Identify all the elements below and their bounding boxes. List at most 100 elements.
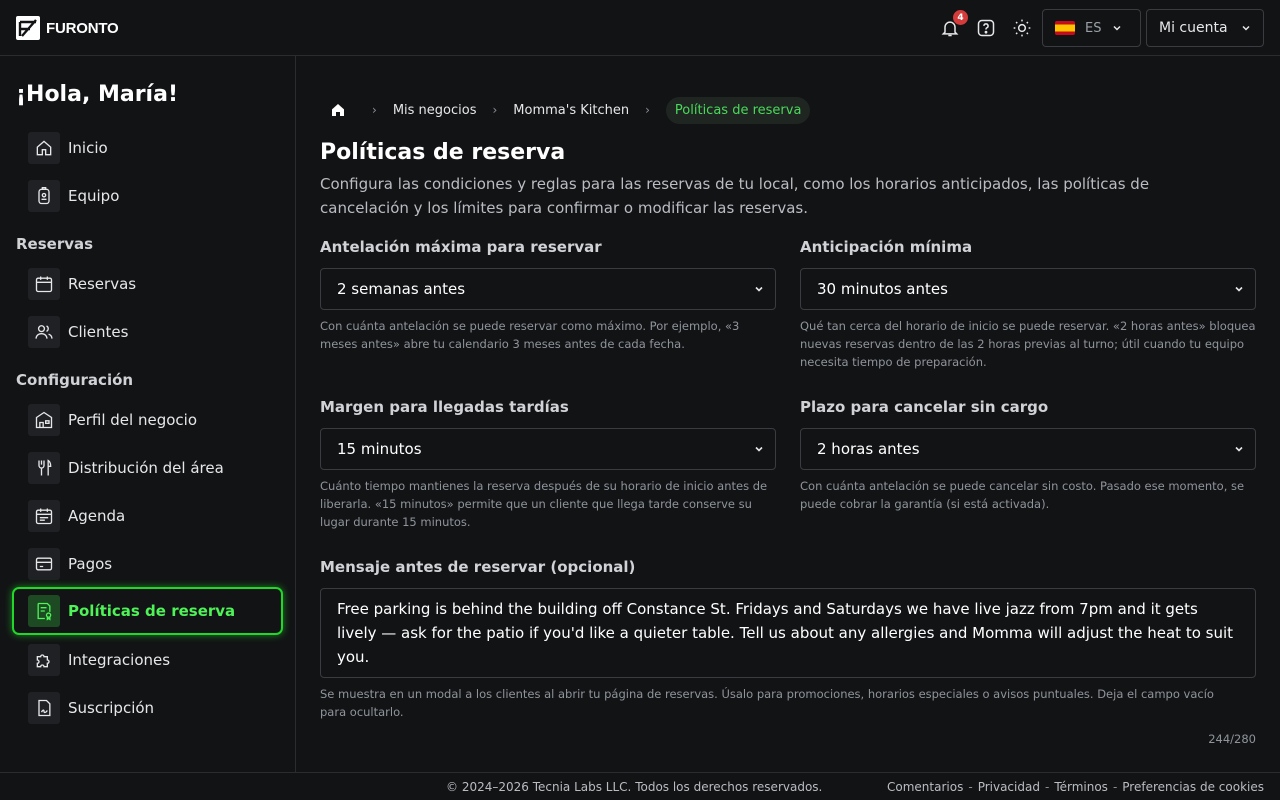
sidebar-item-reservas[interactable]: Reservas [12, 260, 283, 308]
sidebar-item-label: Perfil del negocio [68, 411, 198, 429]
chevron-right-icon: › [492, 103, 498, 117]
cancel-deadline-label: Plazo para cancelar sin cargo [800, 398, 1049, 416]
sidebar-item-distribucion-area[interactable]: Distribución del área [12, 444, 283, 492]
sidebar-item-perfil-negocio[interactable]: Perfil del negocio [12, 396, 283, 444]
brand-logo[interactable]: FURONTO [16, 16, 119, 40]
chevron-down-icon [1235, 286, 1243, 292]
theme-toggle-button[interactable] [1010, 16, 1034, 40]
sidebar-item-label: Reservas [68, 275, 137, 293]
sidebar-item-label: Clientes [68, 323, 129, 341]
language-selector[interactable]: ES [1042, 9, 1141, 47]
breadcrumb-home[interactable] [320, 102, 356, 118]
signature-icon [28, 692, 60, 724]
badge-icon [28, 180, 60, 212]
min-advance-label: Anticipación mínima [800, 238, 973, 256]
cancel-deadline-help: Con cuánta antelación se puede cancelar … [800, 479, 1245, 511]
message-label: Mensaje antes de reservar (opcional) [320, 558, 636, 576]
message-textarea[interactable]: Free parking is behind the building off … [320, 588, 1256, 678]
sidebar-item-agenda[interactable]: Agenda [12, 492, 283, 540]
sidebar-item-label: Distribución del área [68, 459, 224, 477]
greeting: ¡Hola, María! [16, 82, 178, 107]
breadcrumb: › Mis negocios › Momma's Kitchen › Polít… [320, 96, 811, 124]
max-advance-value: 2 semanas antes [337, 280, 466, 298]
min-advance-value: 30 minutos antes [817, 280, 948, 298]
chevron-right-icon: › [645, 103, 650, 117]
account-label: Mi cuenta [1159, 20, 1228, 36]
section-title-configuracion: Configuración [16, 371, 134, 389]
language-code: ES [1085, 20, 1102, 36]
message-help: Se muestra en un modal a los clientes al… [320, 687, 1214, 719]
sidebar-item-label: Políticas de reserva [68, 602, 236, 620]
footer-links: Comentarios - Privacidad - Términos - Pr… [887, 780, 1264, 794]
sidebar-item-label: Suscripción [68, 699, 155, 717]
puzzle-icon [28, 644, 60, 676]
sidebar-item-inicio[interactable]: Inicio [12, 124, 283, 172]
sidebar: ¡Hola, María! Inicio Equipo Reservas Res… [0, 56, 296, 772]
sidebar-item-suscripcion[interactable]: Suscripción [12, 684, 283, 732]
chevron-down-icon [1235, 446, 1243, 452]
card-icon [28, 548, 60, 580]
sidebar-item-integraciones[interactable]: Integraciones [12, 636, 283, 684]
footer-link-cookies[interactable]: Preferencias de cookies [1122, 780, 1264, 794]
breadcrumb-mis-negocios[interactable]: Mis negocios [393, 103, 477, 118]
breadcrumb-mommas-kitchen[interactable]: Momma's Kitchen [513, 103, 629, 118]
main-content: › Mis negocios › Momma's Kitchen › Polít… [296, 56, 1280, 772]
character-counter: 244/280 [1208, 732, 1256, 746]
footer: © 2024–2026 Tecnia Labs LLC. Todos los d… [0, 772, 1280, 800]
late-margin-value: 15 minutos [337, 440, 422, 458]
sidebar-item-clientes[interactable]: Clientes [12, 308, 283, 356]
help-icon [977, 19, 995, 37]
top-bar: FURONTO 4 ES Mi cuenta [0, 0, 1280, 56]
footer-link-terminos[interactable]: Términos [1054, 780, 1108, 794]
spain-flag-icon [1055, 21, 1075, 35]
users-icon [28, 316, 60, 348]
min-advance-select[interactable]: 30 minutos antes [800, 268, 1256, 310]
sidebar-item-pagos[interactable]: Pagos [12, 540, 283, 588]
footer-separator: - [968, 780, 973, 794]
logo-mark-icon [16, 16, 40, 40]
sidebar-item-label: Equipo [68, 187, 120, 205]
sidebar-item-label: Agenda [68, 507, 126, 525]
footer-separator: - [1044, 780, 1050, 794]
footer-link-privacidad[interactable]: Privacidad [978, 780, 1040, 794]
notification-badge: 4 [953, 10, 968, 25]
chevron-down-icon [755, 286, 763, 292]
sidebar-item-label: Integraciones [68, 651, 171, 669]
breadcrumb-current: Políticas de reserva [665, 96, 811, 124]
notifications-button[interactable]: 4 [938, 10, 968, 40]
store-icon [28, 404, 60, 436]
section-title-reservas: Reservas [16, 235, 94, 253]
home-icon [28, 132, 60, 164]
sidebar-item-label: Inicio [68, 139, 108, 157]
page-description: Configura las condiciones y reglas para … [320, 175, 1150, 217]
max-advance-select[interactable]: 2 semanas antes [320, 268, 776, 310]
sun-icon [1013, 19, 1031, 37]
calendar-icon [28, 268, 60, 300]
account-menu-button[interactable]: Mi cuenta [1146, 9, 1264, 47]
max-advance-label: Antelación máxima para reservar [320, 238, 602, 256]
cancel-deadline-value: 2 horas antes [817, 440, 920, 458]
agenda-icon [28, 500, 60, 532]
cutlery-icon [28, 452, 60, 484]
home-icon [332, 104, 344, 116]
copyright: © 2024–2026 Tecnia Labs LLC. Todos los d… [446, 780, 823, 794]
brand-name: FURONTO [46, 19, 119, 37]
cancel-deadline-select[interactable]: 2 horas antes [800, 428, 1256, 470]
min-advance-help: Qué tan cerca del horario de inicio se p… [800, 319, 1256, 369]
sidebar-item-politicas-reserva[interactable]: Políticas de reserva [12, 587, 283, 635]
footer-separator: - [1112, 780, 1118, 794]
chevron-down-icon [1113, 25, 1121, 31]
page-title: Políticas de reserva [320, 140, 566, 165]
policy-icon [28, 595, 60, 627]
max-advance-help: Con cuánta antelación se puede reservar … [320, 319, 740, 351]
help-button[interactable] [974, 16, 998, 40]
sidebar-item-label: Pagos [68, 555, 113, 573]
footer-link-comentarios[interactable]: Comentarios [887, 780, 963, 794]
late-margin-help: Cuánto tiempo mantienes la reserva despu… [320, 479, 768, 529]
late-margin-label: Margen para llegadas tardías [320, 398, 569, 416]
late-margin-select[interactable]: 15 minutos [320, 428, 776, 470]
chevron-down-icon [1242, 25, 1250, 31]
chevron-down-icon [755, 446, 763, 452]
chevron-right-icon: › [372, 103, 377, 117]
sidebar-item-equipo[interactable]: Equipo [12, 172, 283, 220]
